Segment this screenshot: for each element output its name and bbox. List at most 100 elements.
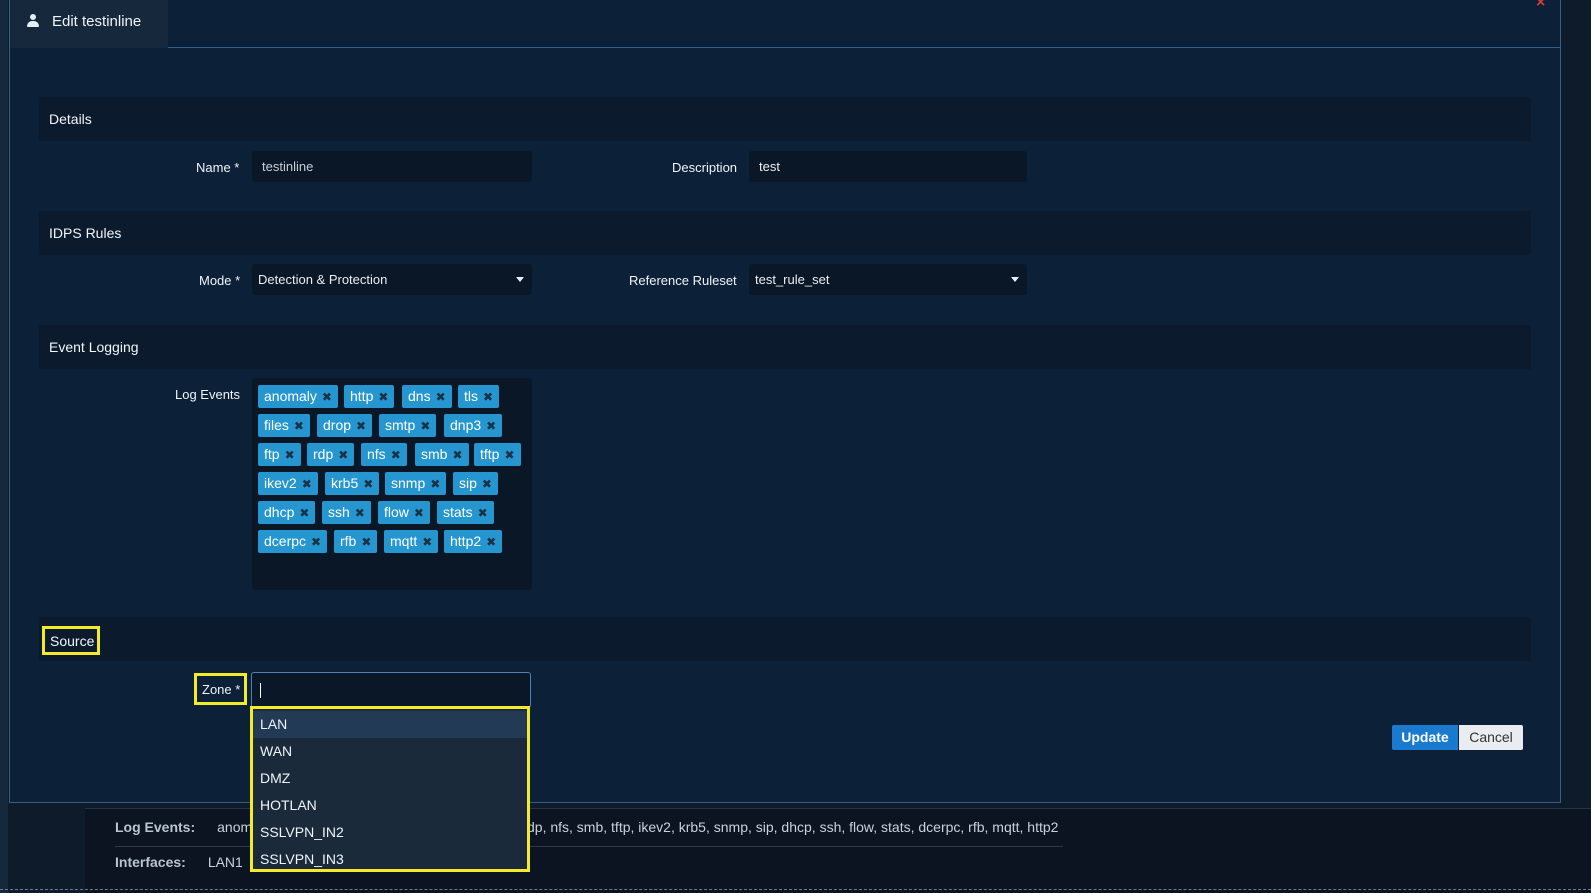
remove-tag-icon[interactable]: ✖ — [302, 473, 312, 496]
log-event-tag[interactable]: smtp ✖ — [379, 414, 437, 438]
log-event-tag[interactable]: smb ✖ — [415, 443, 469, 466]
remove-tag-icon[interactable]: ✖ — [285, 444, 295, 467]
remove-tag-icon[interactable]: ✖ — [363, 473, 373, 496]
description-label: Description — [672, 160, 738, 175]
log-event-tag[interactable]: rdp ✖ — [307, 443, 355, 467]
log-event-tag[interactable]: dnp3 ✖ — [444, 414, 503, 438]
reference-ruleset-value: test_rule_set — [755, 272, 830, 287]
log-event-tag[interactable]: ftp ✖ — [258, 443, 301, 466]
user-icon — [27, 14, 39, 28]
text-cursor — [260, 683, 261, 698]
log-event-tag[interactable]: dhcp ✖ — [258, 501, 316, 525]
zone-option-sslvpn-in2[interactable]: SSLVPN_IN2 — [253, 819, 527, 846]
log-event-tag[interactable]: dns ✖ — [402, 385, 452, 408]
zone-dropdown: LAN WAN DMZ HOTLAN SSLVPN_IN2 SSLVPN_IN3 — [250, 706, 530, 872]
details-section: Details — [39, 97, 1531, 141]
remove-tag-icon[interactable]: ✖ — [299, 502, 309, 525]
zone-option-wan[interactable]: WAN — [253, 738, 527, 765]
zone-label-highlight: Zone * — [194, 673, 247, 705]
remove-tag-icon[interactable]: ✖ — [378, 386, 388, 409]
log-event-tag[interactable]: snmp ✖ — [385, 472, 447, 496]
close-icon[interactable]: × — [1536, 0, 1545, 12]
remove-tag-icon[interactable]: ✖ — [482, 473, 492, 496]
remove-tag-icon[interactable]: ✖ — [478, 502, 488, 525]
remove-tag-icon[interactable]: ✖ — [322, 386, 332, 409]
source-section-title: Source — [50, 633, 95, 649]
zone-input[interactable] — [251, 672, 531, 708]
chevron-down-icon — [1011, 277, 1019, 282]
modal-title: Edit testinline — [52, 13, 142, 30]
remove-tag-icon[interactable]: ✖ — [391, 444, 401, 467]
log-event-tag[interactable]: anomaly ✖ — [258, 385, 338, 408]
remove-tag-icon[interactable]: ✖ — [414, 502, 424, 525]
background-interfaces-value: LAN1 — [207, 854, 243, 870]
remove-tag-icon[interactable]: ✖ — [361, 531, 371, 554]
background-log-events-row: Log Events: anoma dp, nfs, smb, tftp, ikev… — [115, 819, 1058, 835]
event-logging-section-title: Event Logging — [49, 339, 139, 355]
remove-tag-icon[interactable]: ✖ — [430, 473, 440, 496]
modal-header-tab: Edit testinline — [10, 0, 168, 48]
remove-tag-icon[interactable]: ✖ — [483, 386, 493, 409]
modal-header: Edit testinline — [10, 0, 1560, 48]
name-input[interactable]: testinline — [252, 151, 532, 182]
description-input[interactable]: test — [749, 151, 1027, 182]
remove-tag-icon[interactable]: ✖ — [436, 386, 446, 409]
log-event-tag[interactable]: tftp ✖ — [474, 443, 521, 466]
remove-tag-icon[interactable]: ✖ — [486, 415, 496, 438]
reference-ruleset-label: Reference Ruleset — [629, 273, 737, 288]
background-log-events-value-end: dp, nfs, smb, tftp, ikev2, krb5, snmp, s… — [527, 819, 1059, 835]
details-section-title: Details — [49, 111, 92, 127]
background-left-strip — [0, 0, 8, 893]
log-event-tag[interactable]: mqtt ✖ — [384, 530, 439, 554]
log-event-tag[interactable]: stats ✖ — [437, 501, 494, 524]
remove-tag-icon[interactable]: ✖ — [311, 531, 321, 554]
log-event-tag[interactable]: http ✖ — [344, 385, 395, 409]
remove-tag-icon[interactable]: ✖ — [422, 531, 432, 554]
update-button[interactable]: Update — [1392, 725, 1458, 750]
name-label: Name * — [196, 160, 240, 175]
remove-tag-icon[interactable]: ✖ — [504, 444, 514, 467]
edit-profile-modal: Edit testinline × Details Name * testinl… — [9, 0, 1561, 872]
remove-tag-icon[interactable]: ✖ — [338, 444, 348, 467]
remove-tag-icon[interactable]: ✖ — [355, 502, 365, 525]
log-events-multiselect[interactable]: anomaly ✖ http ✖ dns ✖ tls ✖ files ✖ drop ✖ sm… — [252, 378, 532, 590]
log-event-tag[interactable]: files ✖ — [258, 414, 310, 437]
remove-tag-icon[interactable]: ✖ — [486, 531, 496, 554]
reference-ruleset-select[interactable]: test_rule_set — [749, 264, 1027, 295]
log-event-tag[interactable]: krb5 ✖ — [325, 472, 380, 496]
zone-option-lan[interactable]: LAN — [253, 711, 527, 738]
source-highlight: Source — [42, 626, 100, 655]
remove-tag-icon[interactable]: ✖ — [294, 415, 304, 438]
cancel-button[interactable]: Cancel — [1459, 725, 1523, 750]
log-event-tag[interactable]: nfs ✖ — [361, 443, 407, 466]
mode-select[interactable]: Detection & Protection — [252, 264, 532, 295]
log-event-tag[interactable]: flow ✖ — [378, 501, 430, 524]
mode-label: Mode * — [199, 273, 241, 288]
remove-tag-icon[interactable]: ✖ — [452, 444, 462, 467]
log-event-tag[interactable]: dcerpc ✖ — [258, 530, 328, 554]
zone-option-sslvpn-in3[interactable]: SSLVPN_IN3 — [253, 846, 527, 873]
background-interfaces-row: Interfaces: LAN1 — [115, 854, 243, 870]
log-event-tag[interactable]: drop ✖ — [317, 414, 373, 438]
log-events-label: Log Events — [175, 387, 241, 402]
log-event-tag[interactable]: tls ✖ — [458, 385, 500, 409]
zone-label: Zone * — [202, 682, 241, 697]
log-event-tag[interactable]: http2 ✖ — [444, 530, 503, 554]
chevron-down-icon — [516, 277, 524, 282]
zone-option-dmz[interactable]: DMZ — [253, 765, 527, 792]
log-event-tag[interactable]: ikev2 ✖ — [258, 472, 318, 495]
log-event-tag[interactable]: rfb ✖ — [334, 530, 378, 554]
remove-tag-icon[interactable]: ✖ — [420, 415, 430, 438]
idps-rules-section-title: IDPS Rules — [49, 225, 122, 241]
event-logging-section: Event Logging — [39, 325, 1531, 369]
remove-tag-icon[interactable]: ✖ — [356, 415, 366, 438]
log-event-tag[interactable]: ssh ✖ — [322, 501, 371, 524]
background-dashed-line — [0, 889, 1591, 890]
zone-option-hotlan[interactable]: HOTLAN — [253, 792, 527, 819]
idps-rules-section: IDPS Rules — [39, 211, 1531, 255]
background-log-events-label: Log Events: — [115, 819, 196, 835]
background-interfaces-label: Interfaces: — [115, 854, 186, 870]
source-section — [39, 617, 1531, 661]
mode-select-value: Detection & Protection — [258, 272, 388, 287]
log-event-tag[interactable]: sip ✖ — [453, 472, 498, 495]
